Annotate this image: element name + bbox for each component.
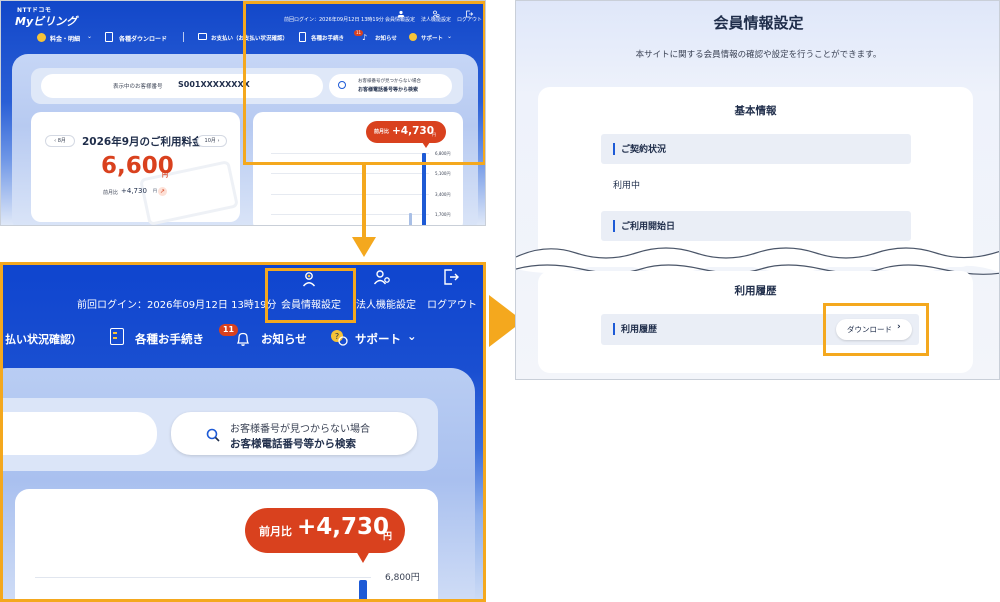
contract-status-row: ご契約状況 — [601, 134, 911, 164]
diff-value: +4,730 — [121, 187, 147, 195]
member-settings-page: 会員情報設定 本サイトに関する会員情報の確認や設定を行うことができます。 基本情… — [515, 0, 1000, 380]
search-icon — [206, 427, 220, 442]
bell-icon — [235, 331, 251, 347]
zoomed-header-screenshot: 前回ログイン：2026年09月12日 13時19分 会員情報設定 法人機能設定 … — [0, 262, 486, 602]
connector-line — [362, 164, 366, 240]
menu-divider — [183, 32, 184, 42]
menu-billing[interactable]: 料金・明細 — [50, 34, 80, 43]
grid-line — [271, 194, 429, 195]
chart-bar-previous — [409, 213, 412, 225]
search-hint-2: お客様電話番号等から検索 — [230, 438, 356, 450]
contract-status-value: 利用中 — [613, 181, 641, 191]
nav-logout[interactable]: ログアウト — [427, 296, 477, 311]
highlight-frame — [265, 268, 356, 323]
diff-label: 前月比 — [103, 190, 119, 196]
chart-bubble-yen: 円 — [383, 532, 393, 542]
trend-up-icon: ↗ — [158, 187, 167, 196]
corporate-settings-icon — [373, 269, 391, 287]
prev-month-button[interactable]: ‹ 8月 — [45, 135, 75, 147]
highlight-frame — [823, 303, 929, 356]
yen-coin-icon — [37, 33, 46, 42]
contract-status-label: ご契約状況 — [621, 145, 667, 155]
menu-procedures[interactable]: 各種お手続き — [135, 331, 204, 347]
usage-yen: 円 — [162, 172, 169, 179]
row-marker — [613, 323, 615, 335]
page-title: 会員情報設定 — [713, 14, 804, 32]
chevron-right-icon: › — [215, 138, 220, 144]
card-icon — [198, 33, 207, 40]
menu-notices[interactable]: お知らせ — [261, 331, 307, 347]
grid-line — [271, 173, 429, 174]
brand-logo[interactable]: Myビリング — [15, 13, 77, 29]
bubble-pointer — [356, 551, 370, 563]
page-subtitle: 本サイトに関する会員情報の確認や設定を行うことができます。 — [635, 50, 882, 60]
chart-tick: 5,100円 — [435, 171, 451, 176]
document-icon — [105, 32, 113, 42]
usage-history-label: 利用履歴 — [621, 325, 658, 335]
chart-bubble-label: 前月比 — [259, 525, 292, 538]
section-basic-title: 基本情報 — [734, 105, 777, 117]
section-history-title: 利用履歴 — [734, 285, 777, 297]
overview-screenshot: NTTドコモ Myビリング 前回ログイン：2026年09月12日 13時19分 … — [0, 0, 486, 226]
nav-corporate-settings[interactable]: 法人機能設定 — [356, 296, 416, 311]
chevron-down-icon: ⌄ — [87, 33, 93, 40]
chart-tick: 6,800円 — [385, 573, 420, 583]
prev-month-label: 8月 — [57, 138, 66, 144]
svg-text:?: ? — [335, 332, 339, 341]
row-marker — [613, 220, 615, 232]
logout-icon — [443, 268, 459, 286]
menu-downloads[interactable]: 各種ダウンロード — [119, 34, 167, 43]
usage-title: 2026年9月のご利用料金 — [82, 136, 203, 148]
grid-line — [271, 214, 429, 215]
chart-tick: 3,400円 — [435, 192, 451, 197]
customer-number: S001XXXXXXXX — [178, 80, 250, 89]
next-month-button[interactable]: 10月 › — [197, 135, 227, 147]
last-login-text: 前回ログイン：2026年09月12日 13時19分 — [77, 300, 277, 311]
search-hint-1: お客様番号が見つからない場合 — [230, 424, 370, 435]
menu-support[interactable]: サポート — [355, 331, 401, 347]
grid-line — [35, 577, 371, 578]
chart-bar-current — [359, 580, 367, 599]
highlight-frame — [243, 1, 485, 165]
next-month-label: 10月 — [204, 138, 216, 144]
diff-yen: 円 — [153, 188, 157, 193]
customer-label: 表示中のお客様番号 — [113, 84, 163, 90]
chart-tick: 1,700円 — [435, 212, 451, 217]
start-date-row: ご利用開始日 — [601, 211, 911, 241]
row-marker — [613, 143, 615, 155]
start-date-label: ご利用開始日 — [621, 222, 676, 232]
chart-bubble-value: +4,730 — [297, 514, 390, 540]
arrow-down-icon — [352, 237, 376, 257]
checklist-icon — [110, 328, 124, 345]
support-icon: ? — [330, 329, 348, 347]
chevron-down-icon: ⌄ — [407, 329, 417, 343]
customer-select[interactable] — [3, 412, 157, 455]
menu-payment[interactable]: 払い状況確認） — [5, 331, 82, 347]
